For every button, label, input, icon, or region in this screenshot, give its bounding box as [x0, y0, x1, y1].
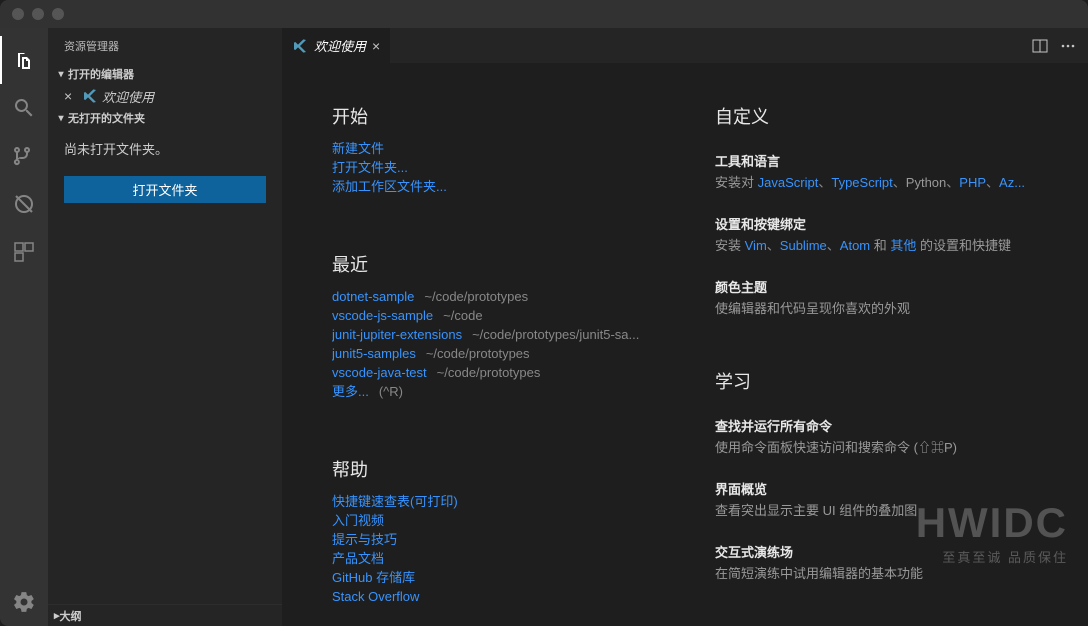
- customize-heading: 自定义: [715, 103, 1038, 129]
- more-actions-icon[interactable]: [1060, 38, 1076, 54]
- outline-label: 大纲: [60, 608, 82, 624]
- help-link[interactable]: 产品文档: [332, 551, 384, 566]
- new-file-link[interactable]: 新建文件: [332, 141, 384, 156]
- outline-header[interactable]: ▸ 大纲: [48, 604, 282, 626]
- recent-item-path: ~/code/prototypes/junit5-sa...: [472, 327, 639, 342]
- more-shortcut: (^R): [379, 384, 403, 399]
- vscode-file-icon: [292, 38, 308, 54]
- app-body: 资源管理器 ▾ 打开的编辑器 × 欢迎使用 ▾ 无打开的文件夹 尚未打开文件夹。…: [0, 28, 1088, 626]
- tab-bar: 欢迎使用 ×: [282, 28, 1088, 63]
- recent-item-link[interactable]: dotnet-sample: [332, 289, 414, 304]
- activity-debug[interactable]: [0, 180, 48, 228]
- chevron-down-icon: ▾: [54, 69, 68, 80]
- activity-bar: [0, 28, 48, 626]
- help-heading: 帮助: [332, 456, 655, 482]
- recent-item-link[interactable]: junit5-samples: [332, 346, 416, 361]
- cmd-desc: 使用命令面板快速访问和搜索命令 (⇧⌘P): [715, 439, 1038, 457]
- recent-item-path: ~/code/prototypes: [437, 365, 541, 380]
- start-heading: 开始: [332, 103, 655, 129]
- activity-scm[interactable]: [0, 132, 48, 180]
- sidebar-explorer: 资源管理器 ▾ 打开的编辑器 × 欢迎使用 ▾ 无打开的文件夹 尚未打开文件夹。…: [48, 28, 282, 626]
- gear-icon: [12, 590, 36, 614]
- keybindings-title: 设置和按键绑定: [715, 214, 1038, 233]
- no-folder-text: 尚未打开文件夹。: [48, 129, 282, 168]
- help-link[interactable]: GitHub 存储库: [332, 570, 415, 585]
- recent-item-link[interactable]: vscode-java-test: [332, 365, 427, 380]
- vscode-file-icon: [82, 88, 98, 104]
- no-folder-header[interactable]: ▾ 无打开的文件夹: [48, 107, 282, 129]
- keymap-link[interactable]: Sublime: [780, 238, 827, 253]
- lang-link[interactable]: TypeScript: [831, 175, 892, 190]
- editor-area: 欢迎使用 × 开始 新建文件: [282, 28, 1088, 626]
- activity-extensions[interactable]: [0, 228, 48, 276]
- help-link[interactable]: 入门视频: [332, 513, 384, 528]
- lang-text: Python: [906, 175, 946, 190]
- no-folder-label: 无打开的文件夹: [68, 110, 145, 126]
- close-icon[interactable]: ×: [64, 88, 78, 104]
- open-folder-button[interactable]: 打开文件夹: [64, 176, 266, 203]
- keymap-other-link[interactable]: 其他: [890, 238, 916, 253]
- open-editors-header[interactable]: ▾ 打开的编辑器: [48, 63, 282, 85]
- help-link[interactable]: 提示与技巧: [332, 532, 397, 547]
- debug-icon: [12, 192, 36, 216]
- minimize-window-icon[interactable]: [32, 8, 44, 20]
- add-workspace-link[interactable]: 添加工作区文件夹...: [332, 179, 447, 194]
- keymap-link[interactable]: Atom: [840, 238, 870, 253]
- activity-explorer[interactable]: [0, 36, 48, 84]
- maximize-window-icon[interactable]: [52, 8, 64, 20]
- app-window: 资源管理器 ▾ 打开的编辑器 × 欢迎使用 ▾ 无打开的文件夹 尚未打开文件夹。…: [0, 0, 1088, 626]
- recent-item-link[interactable]: junit-jupiter-extensions: [332, 327, 462, 342]
- recent-item-path: ~/code/prototypes: [426, 346, 530, 361]
- titlebar[interactable]: [0, 0, 1088, 28]
- recent-heading: 最近: [332, 251, 655, 277]
- more-recent-link[interactable]: 更多...: [332, 384, 369, 399]
- recent-list: dotnet-sample ~/code/prototypes vscode-js…: [332, 287, 655, 401]
- close-window-icon[interactable]: [12, 8, 24, 20]
- close-icon[interactable]: ×: [372, 38, 380, 54]
- theme-desc: 使编辑器和代码呈现你喜欢的外观: [715, 300, 1038, 318]
- tab-label: 欢迎使用: [314, 36, 366, 55]
- theme-title: 颜色主题: [715, 277, 1038, 296]
- tools-desc: 安装对 JavaScript、TypeScript、Python、PHP、Az.…: [715, 174, 1038, 192]
- lang-link[interactable]: JavaScript: [758, 175, 819, 190]
- open-editor-label: 欢迎使用: [102, 87, 154, 106]
- recent-item-link[interactable]: vscode-js-sample: [332, 308, 433, 323]
- open-editors-label: 打开的编辑器: [68, 66, 134, 82]
- files-icon: [13, 48, 37, 72]
- recent-item-path: ~/code: [443, 308, 482, 323]
- sidebar-title: 资源管理器: [48, 28, 282, 63]
- play-desc: 在简短演练中试用编辑器的基本功能: [715, 565, 1038, 583]
- split-editor-icon[interactable]: [1032, 38, 1048, 54]
- search-icon: [12, 96, 36, 120]
- lang-link[interactable]: PHP: [959, 175, 986, 190]
- welcome-page: 开始 新建文件 打开文件夹... 添加工作区文件夹... 最近 dotnet-s…: [282, 63, 1088, 626]
- source-control-icon: [12, 144, 36, 168]
- help-link[interactable]: 快捷键速查表(可打印): [332, 494, 458, 509]
- ui-title: 界面概览: [715, 479, 1038, 498]
- ui-desc: 查看突出显示主要 UI 组件的叠加图: [715, 502, 1038, 520]
- welcome-right-column: 自定义 工具和语言 安装对 JavaScript、TypeScript、Pyth…: [715, 103, 1038, 606]
- play-title: 交互式演练场: [715, 542, 1038, 561]
- chevron-down-icon: ▾: [54, 113, 68, 124]
- activity-search[interactable]: [0, 84, 48, 132]
- help-link[interactable]: Stack Overflow: [332, 589, 419, 604]
- learn-heading: 学习: [715, 368, 1038, 394]
- tab-welcome[interactable]: 欢迎使用 ×: [282, 28, 390, 63]
- keymap-link[interactable]: Vim: [745, 238, 767, 253]
- tools-title: 工具和语言: [715, 151, 1038, 170]
- cmd-title: 查找并运行所有命令: [715, 416, 1038, 435]
- extensions-icon: [12, 240, 36, 264]
- recent-item-path: ~/code/prototypes: [424, 289, 528, 304]
- activity-settings[interactable]: [0, 578, 48, 626]
- keybindings-desc: 安装 Vim、Sublime、Atom 和 其他 的设置和快捷键: [715, 237, 1038, 255]
- open-editor-item[interactable]: × 欢迎使用: [48, 85, 282, 107]
- lang-link[interactable]: Az...: [999, 175, 1025, 190]
- open-folder-link[interactable]: 打开文件夹...: [332, 160, 408, 175]
- welcome-left-column: 开始 新建文件 打开文件夹... 添加工作区文件夹... 最近 dotnet-s…: [332, 103, 655, 606]
